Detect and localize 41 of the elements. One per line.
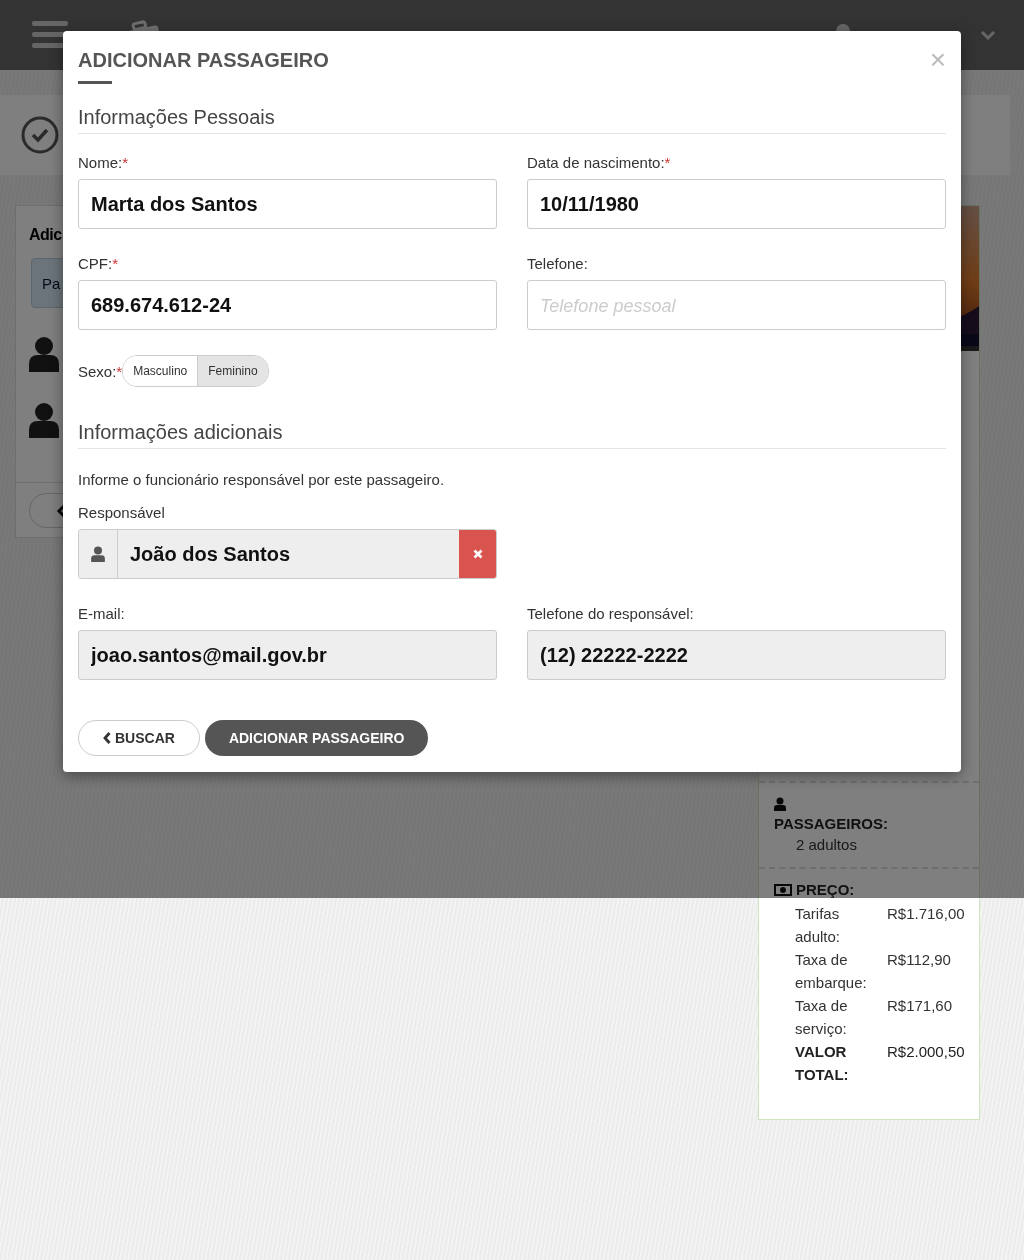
field-label: Telefone: — [527, 255, 589, 272]
price-item-label: VALOR TOTAL: — [795, 1042, 850, 1085]
chevron-left-icon — [103, 732, 111, 744]
price-label: PREÇO: — [796, 881, 855, 898]
price-item-label: Tarifas adulto: — [795, 904, 842, 947]
field-label: Sexo:* — [78, 362, 123, 380]
input-field[interactable]: (12) 22222-2222 — [527, 630, 946, 680]
price-item-value: R$112,90 — [887, 950, 952, 970]
add-passenger-button[interactable]: ADICIONAR PASSAGEIRO — [204, 720, 429, 756]
search-button[interactable]: BUSCAR — [78, 720, 200, 756]
input-field[interactable]: joao.santos@mail.gov.br — [78, 630, 497, 680]
instruction-text: Informe o funcionário responsável por este passageiro. — [78, 471, 446, 488]
menu-icon[interactable] — [32, 20, 68, 50]
price-item-value: R$171,60 — [887, 996, 954, 1016]
person-icon — [29, 402, 59, 438]
price-item-label: Taxa de embarque: — [795, 950, 868, 993]
field-label: E-mail: — [78, 605, 126, 622]
chevron-left-icon — [56, 504, 66, 517]
field-label: Telefone do responsável: — [527, 605, 695, 622]
field-label: Responsável — [78, 504, 166, 521]
field-label: CPF:* — [78, 255, 119, 272]
toggle-option[interactable]: Feminino — [197, 356, 268, 386]
price-item-label: Taxa de serviço: — [795, 996, 849, 1039]
field-label: Data de nascimento:* — [527, 154, 672, 171]
price-item-value: R$2.000,50 — [887, 1042, 966, 1062]
input-field[interactable]: 10/11/1980 — [527, 179, 946, 229]
chevron-down-icon[interactable] — [980, 30, 996, 40]
person-icon — [29, 336, 59, 372]
person-icon — [774, 797, 786, 811]
input-field[interactable]: 689.674.612-24 — [78, 280, 497, 330]
passengers-label: PASSAGEIROS: — [774, 815, 889, 832]
banknote-icon — [774, 883, 792, 896]
input-field[interactable]: Marta dos Santos — [78, 179, 497, 229]
section-heading: Informações adicionais — [78, 421, 946, 449]
section-heading: Informações Pessoais — [78, 106, 946, 134]
field-label: Nome:* — [78, 154, 130, 171]
check-circle-icon — [20, 115, 60, 155]
dialog-title: ADICIONAR PASSAGEIRO — [78, 48, 329, 72]
price-item-value: R$1.716,00 — [887, 904, 966, 924]
passengers-count: 2 adultos — [795, 836, 858, 853]
card-heading: Adic — [29, 226, 63, 244]
